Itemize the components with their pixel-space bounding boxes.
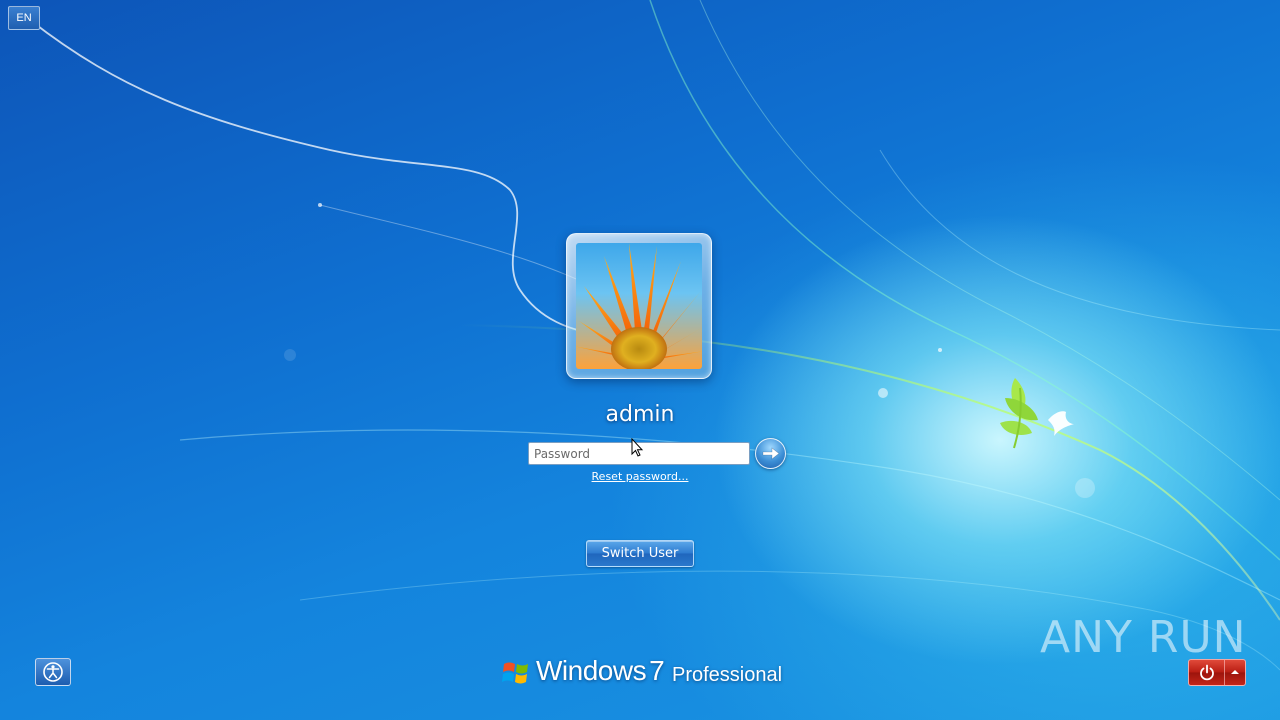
power-button-group — [1188, 659, 1246, 686]
product-name: Windows — [536, 655, 647, 686]
flower-avatar-image — [576, 243, 702, 369]
ease-of-access-icon — [43, 662, 63, 682]
shutdown-options-button[interactable] — [1225, 660, 1245, 685]
submit-button[interactable] — [755, 438, 786, 469]
language-indicator[interactable]: EN — [8, 6, 40, 30]
shutdown-button[interactable] — [1189, 660, 1225, 685]
chevron-up-icon — [1231, 670, 1239, 674]
product-version: 7 — [649, 655, 665, 686]
user-tile — [566, 233, 712, 379]
username-label: admin — [605, 402, 675, 427]
windows-logo-icon — [502, 662, 528, 684]
logon-screen: EN admin Reset password... Switch User W… — [0, 0, 1280, 720]
reset-password-link[interactable]: Reset password... — [560, 470, 720, 483]
ease-of-access-button[interactable] — [35, 658, 71, 686]
power-icon — [1200, 664, 1214, 681]
product-edition: Professional — [672, 664, 783, 686]
anyrun-watermark: ANY RUN — [1040, 612, 1247, 663]
user-avatar — [576, 243, 702, 369]
mouse-cursor-icon — [631, 438, 644, 457]
switch-user-button[interactable]: Switch User — [586, 540, 694, 567]
arrow-right-icon — [762, 447, 780, 460]
